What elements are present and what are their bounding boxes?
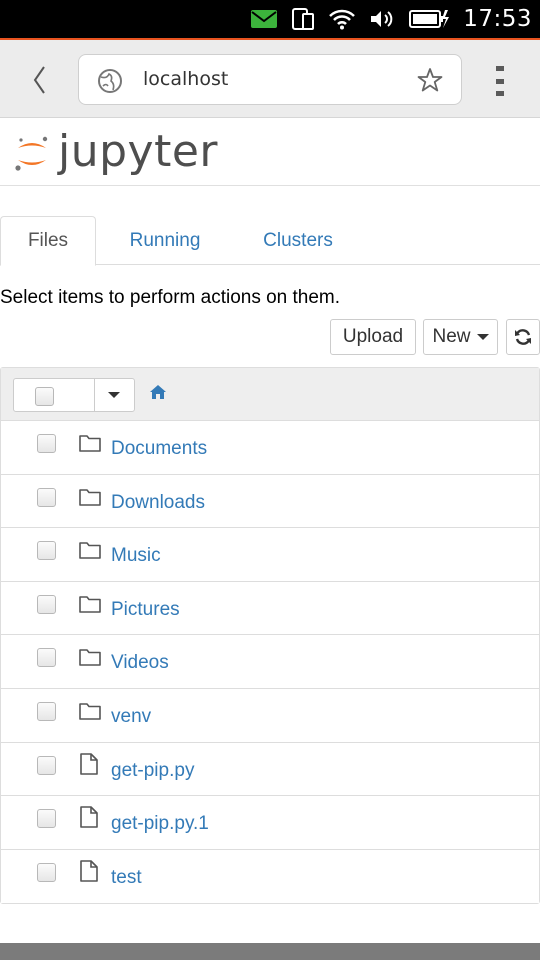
table-row[interactable]: Downloads <box>1 474 539 529</box>
overflow-menu-icon[interactable] <box>490 66 510 96</box>
refresh-icon <box>515 329 531 345</box>
selection-hint: Select items to perform actions on them. <box>0 287 341 308</box>
file-link[interactable]: Documents <box>111 438 207 460</box>
back-button[interactable] <box>24 62 54 98</box>
tab-running[interactable]: Running <box>110 216 220 265</box>
file-link[interactable]: Downloads <box>111 492 205 514</box>
new-button[interactable]: New <box>423 319 498 355</box>
file-link[interactable]: Videos <box>111 652 169 674</box>
refresh-button[interactable] <box>506 319 540 355</box>
table-row[interactable]: Videos <box>1 635 539 689</box>
back-chevron-icon <box>33 66 45 94</box>
chevron-down-icon[interactable] <box>108 392 120 398</box>
folder-icon <box>79 702 101 725</box>
row-checkbox[interactable] <box>37 702 56 721</box>
clock: 17:53 <box>463 6 532 32</box>
wifi-icon <box>329 8 356 30</box>
select-all-group[interactable] <box>13 378 135 412</box>
folder-icon <box>79 541 101 564</box>
file-list-header <box>1 368 539 421</box>
bottom-bar <box>0 943 540 960</box>
file-link[interactable]: test <box>111 867 142 889</box>
folder-icon <box>79 648 101 671</box>
upload-button-label: Upload <box>342 326 404 347</box>
table-row[interactable]: venv <box>1 689 539 743</box>
row-checkbox[interactable] <box>37 541 56 561</box>
battery-charging-icon <box>409 9 450 29</box>
row-checkbox[interactable] <box>37 809 56 829</box>
table-row[interactable]: get-pip.py.1 <box>1 796 539 850</box>
row-checkbox[interactable] <box>37 594 56 614</box>
jupyter-logo-icon <box>15 136 48 171</box>
file-icon <box>79 859 99 887</box>
mail-icon <box>251 10 278 28</box>
volume-icon <box>369 9 395 29</box>
table-row[interactable]: Documents <box>1 421 539 475</box>
home-icon[interactable] <box>149 384 167 405</box>
globe-icon <box>97 68 123 99</box>
tab-clusters[interactable]: Clusters <box>246 216 350 265</box>
upload-button[interactable]: Upload <box>330 319 416 355</box>
file-link[interactable]: Music <box>111 545 161 567</box>
file-icon <box>79 806 99 833</box>
tab-bar: Files Running Clusters <box>0 216 540 266</box>
select-all-checkbox[interactable] <box>35 387 54 406</box>
row-checkbox[interactable] <box>37 487 56 507</box>
row-checkbox[interactable] <box>37 648 56 668</box>
row-checkbox[interactable] <box>37 755 56 775</box>
file-icon <box>79 752 99 780</box>
folder-icon <box>79 595 101 618</box>
tab-files[interactable]: Files <box>0 216 96 266</box>
file-link[interactable]: venv <box>111 706 151 728</box>
file-link[interactable]: get-pip.py <box>111 760 194 782</box>
row-checkbox[interactable] <box>37 434 56 453</box>
address-bar[interactable]: localhost <box>78 54 462 105</box>
url-text: localhost <box>143 68 229 90</box>
table-row[interactable]: get-pip.py <box>1 742 539 797</box>
file-link[interactable]: Pictures <box>111 599 180 621</box>
table-row[interactable]: Pictures <box>1 581 539 636</box>
row-checkbox[interactable] <box>37 862 56 882</box>
table-row[interactable]: test <box>1 849 539 904</box>
jupyter-logo[interactable]: jupyter <box>14 126 218 177</box>
browser-toolbar: localhost <box>0 40 540 118</box>
status-icons: 17:53 <box>251 0 540 38</box>
folder-icon <box>79 488 101 511</box>
divider <box>94 379 95 411</box>
table-row[interactable]: Music <box>1 528 539 582</box>
folder-icon <box>79 434 101 457</box>
file-list: Documents Downloads Music Pictures Videos ven… <box>0 367 540 904</box>
jupyter-logo-text: jupyter <box>58 126 218 177</box>
status-bar: 17:53 <box>0 0 540 40</box>
file-link[interactable]: get-pip.py.1 <box>111 813 209 835</box>
new-button-label: New <box>432 326 471 347</box>
bookmark-star-icon[interactable] <box>417 67 443 98</box>
jupyter-header: jupyter <box>0 118 540 186</box>
phone-tablet-icon <box>291 7 315 31</box>
chevron-down-icon <box>476 334 489 340</box>
